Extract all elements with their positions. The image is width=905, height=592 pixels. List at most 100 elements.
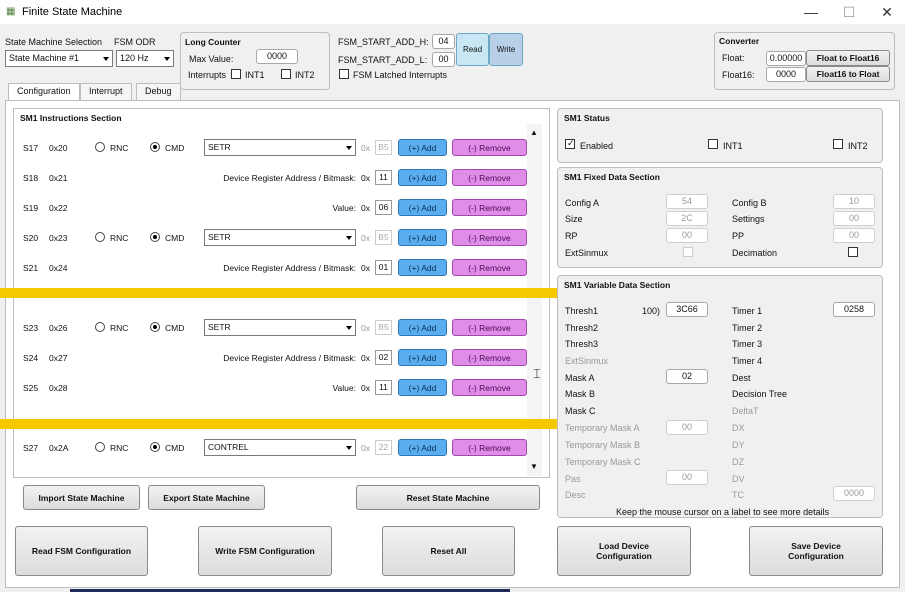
import-sm-button[interactable]: Import State Machine [23,485,140,510]
start-add-l-input[interactable]: 00 [432,52,455,67]
hex-input[interactable]: 11 [375,170,392,185]
remove-instruction-button[interactable]: (-) Remove [452,229,527,246]
float16-to-float-button[interactable]: Float16 to Float [806,66,890,82]
hex-prefix: 0x [361,443,370,453]
float16-input[interactable]: 0000 [766,67,806,82]
step-label: S20 [23,233,39,243]
start-add-h-label: FSM_START_ADD_H: [338,37,429,47]
command-dropdown[interactable]: CONTREL [204,439,356,456]
scroll-down-icon[interactable]: ▼ [530,462,538,471]
enabled-checkbox[interactable] [565,138,575,149]
tab-configuration[interactable]: Configuration [8,83,80,101]
pp-value: 00 [833,228,875,243]
timer1-input[interactable]: 0258 [833,302,875,317]
thresh1-input[interactable]: 3C66 [666,302,708,317]
sm1-status-title: SM1 Status [564,113,610,123]
hex-input[interactable]: 01 [375,260,392,275]
pp-label: PP [732,231,745,241]
step-label: S17 [23,143,39,153]
size-value: 2C [666,211,708,226]
remove-instruction-button[interactable]: (-) Remove [452,199,527,216]
read-fsm-config-button[interactable]: Read FSM Configuration [15,526,148,576]
add-instruction-button[interactable]: (+) Add [398,259,447,276]
param-label: Value: [332,203,356,213]
rnc-radio[interactable] [95,232,105,242]
step-address: 0x24 [49,263,68,273]
sm1-fixed-title: SM1 Fixed Data Section [564,172,660,182]
float-input[interactable]: 0.00000 [766,51,806,66]
add-instruction-button[interactable]: (+) Add [398,199,447,216]
maximize-button[interactable]: ☐ [834,2,864,22]
status-int2-checkbox[interactable] [833,139,843,149]
max-value-input[interactable]: 0000 [256,49,298,64]
decimation-checkbox[interactable] [848,247,858,257]
mask-b-label: Mask B [565,389,596,399]
save-device-config-button[interactable]: Save Device Configuration [749,526,883,576]
tab-debug[interactable]: Debug [136,83,181,100]
reset-sm-button[interactable]: Reset State Machine [356,485,540,510]
mouse-cursor-icon: ⌶ [533,366,541,381]
step-address: 0x21 [49,173,68,183]
write-button[interactable]: Write [489,33,523,66]
close-button[interactable]: ✕ [872,2,902,22]
hex-input: 22 [375,440,392,455]
sm-selection-dropdown[interactable]: State Machine #1 [5,50,113,67]
remove-instruction-button[interactable]: (-) Remove [452,439,527,456]
temp-mask-a-value: 00 [666,420,708,435]
remove-instruction-button[interactable]: (-) Remove [452,259,527,276]
step-label: S27 [23,443,39,453]
temp-mask-a-label: Temporary Mask A [565,423,640,433]
latched-label: FSM Latched Interrupts [353,70,448,80]
pas-value: 00 [666,470,708,485]
add-instruction-button[interactable]: (+) Add [398,229,447,246]
lc-int2-checkbox[interactable] [281,69,291,79]
mask-c-label: Mask C [565,406,596,416]
extsinmux-fixed-checkbox [683,247,693,257]
float16-label: Float16: [722,70,755,80]
status-int1-checkbox[interactable] [708,139,718,149]
write-fsm-config-button[interactable]: Write FSM Configuration [198,526,332,576]
step-address: 0x20 [49,143,68,153]
step-label: S21 [23,263,39,273]
remove-instruction-button[interactable]: (-) Remove [452,169,527,186]
start-add-h-input[interactable]: 04 [432,34,455,49]
highlight-overlay [0,288,636,429]
export-sm-button[interactable]: Export State Machine [148,485,265,510]
minimize-button[interactable]: — [796,2,826,22]
extsinmux-var-label: ExtSinmux [565,356,609,366]
rp-label: RP [565,231,578,241]
hex-prefix: 0x [361,203,370,213]
cmd-radio[interactable] [150,142,160,152]
fsm-app-icon: ▦ [6,6,16,17]
config-a-label: Config A [565,198,600,208]
hex-input[interactable]: 06 [375,200,392,215]
command-dropdown[interactable]: SETR [204,229,356,246]
hint-text: Keep the mouse cursor on a label to see … [616,507,830,517]
load-device-config-button[interactable]: Load Device Configuration [557,526,691,576]
command-dropdown[interactable]: SETR [204,139,356,156]
fsm-odr-dropdown[interactable]: 120 Hz [116,50,174,67]
add-instruction-button[interactable]: (+) Add [398,169,447,186]
add-instruction-button[interactable]: (+) Add [398,139,447,156]
reset-all-button[interactable]: Reset All [382,526,515,576]
mask-a-input[interactable]: 02 [666,369,708,384]
add-instruction-button[interactable]: (+) Add [398,439,447,456]
scroll-up-icon[interactable]: ▲ [530,128,538,137]
desc-label: Desc [565,490,586,500]
lc-int2-label: INT2 [295,70,315,80]
settings-label: Settings [732,214,765,224]
cmd-radio[interactable] [150,232,160,242]
cmd-radio[interactable] [150,442,160,452]
lc-int1-checkbox[interactable] [231,69,241,79]
rnc-radio[interactable] [95,442,105,452]
converter-title: Converter [719,36,760,46]
tab-interrupt[interactable]: Interrupt [80,83,132,100]
rnc-radio[interactable] [95,142,105,152]
max-value-label: Max Value: [189,54,234,64]
latched-checkbox[interactable] [339,69,349,79]
timer4-label: Timer 4 [732,356,763,366]
read-button[interactable]: Read [456,33,489,66]
float-to-float16-button[interactable]: Float to Float16 [806,50,890,66]
step-label: S19 [23,203,39,213]
remove-instruction-button[interactable]: (-) Remove [452,139,527,156]
